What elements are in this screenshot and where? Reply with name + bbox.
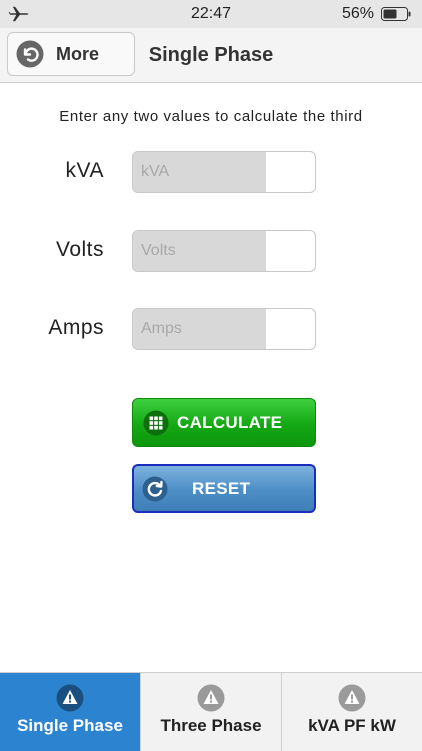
- more-back-button[interactable]: More: [7, 32, 135, 76]
- volts-label: Volts: [55, 238, 104, 261]
- refresh-icon: [142, 476, 168, 501]
- kva-field: [132, 151, 316, 193]
- tab-three-phase-label: Three Phase: [160, 716, 262, 735]
- volts-field: [132, 230, 316, 272]
- amps-row: Amps: [0, 308, 422, 350]
- amps-input[interactable]: [133, 309, 266, 349]
- amps-label: Amps: [48, 316, 104, 339]
- warning-icon: [338, 684, 366, 712]
- status-bar: 22:47 56%: [0, 0, 422, 28]
- navigation-bar: More Single Phase: [0, 28, 422, 83]
- calculate-button-label: CALCULATE: [177, 412, 283, 432]
- keypad-icon: [143, 410, 169, 435]
- tab-kva-pf-kw[interactable]: kVA PF kW: [282, 673, 422, 751]
- tab-single-phase-label: Single Phase: [17, 716, 123, 735]
- warning-icon: [197, 684, 225, 712]
- tab-bar: Single Phase Three Phase kVA PF kW: [0, 672, 422, 751]
- kva-row: kVA: [0, 151, 422, 193]
- amps-field: [132, 308, 316, 350]
- volts-row: Volts: [0, 230, 422, 272]
- more-button-label: More: [56, 43, 100, 64]
- kva-input[interactable]: [133, 152, 266, 192]
- battery-percent: 56%: [341, 5, 374, 22]
- reset-button[interactable]: RESET: [132, 464, 316, 513]
- undo-arrow-icon: [16, 40, 44, 68]
- instruction-text: Enter any two values to calculate the th…: [59, 108, 363, 125]
- warning-icon: [56, 684, 84, 712]
- volts-input[interactable]: [133, 231, 266, 271]
- battery-icon: [381, 7, 411, 21]
- reset-button-label: RESET: [192, 478, 251, 498]
- tab-three-phase[interactable]: Three Phase: [141, 673, 282, 751]
- calculate-button[interactable]: CALCULATE: [132, 398, 316, 447]
- tab-kva-pf-kw-label: kVA PF kW: [308, 716, 396, 735]
- kva-label: kVA: [65, 159, 104, 182]
- tab-single-phase[interactable]: Single Phase: [0, 673, 141, 751]
